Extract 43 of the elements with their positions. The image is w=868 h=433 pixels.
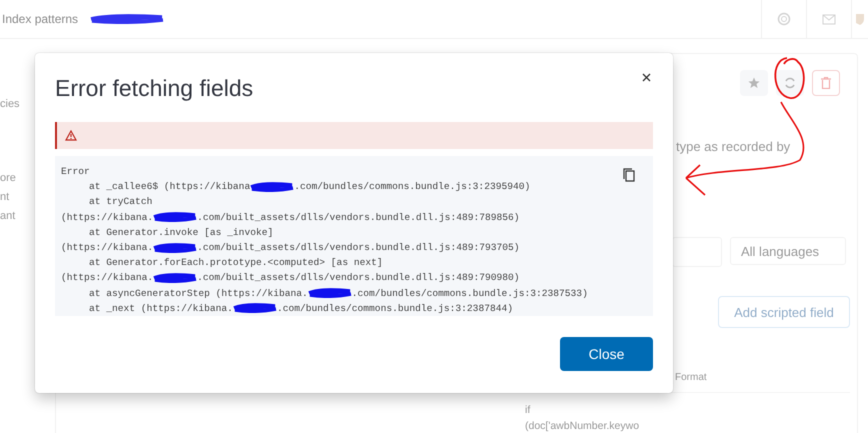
stack-trace-text: at Generator.forEach.prototype.<computed> [as next] xyxy=(89,256,383,270)
breadcrumb-link[interactable]: Index patterns xyxy=(2,12,78,26)
stack-trace-text: .com/bundles/commons.bundle.js:3:2395940) xyxy=(294,180,530,194)
column-header: Format xyxy=(675,372,707,383)
warning-icon xyxy=(65,130,77,141)
sidebar-item[interactable]: ant xyxy=(0,207,20,226)
stack-trace-text: (https://kibana. xyxy=(61,271,154,286)
redaction-scribble xyxy=(308,288,352,298)
stack-trace-text: .com/built_assets/dlls/vendors.bundle.dll.js:489:790980) xyxy=(197,271,520,286)
redaction-scribble xyxy=(153,242,198,253)
stack-trace-text: at Generator.invoke [as _invoke] xyxy=(89,226,274,240)
table-cell-text: if xyxy=(525,403,532,418)
stack-trace-text: at tryCatch xyxy=(89,195,152,210)
sidebar-item[interactable]: ore xyxy=(0,169,20,188)
copy-icon[interactable] xyxy=(623,168,635,182)
refresh-button[interactable] xyxy=(776,70,804,96)
redaction-scribble xyxy=(153,273,198,284)
stack-trace-text: (https://kibana. xyxy=(61,210,154,225)
trash-icon xyxy=(821,77,831,89)
redaction-scribble xyxy=(153,212,198,222)
stack-trace-text: .com/bundles/commons.bundle.js:3:2387844) xyxy=(276,302,513,316)
sidebar-item[interactable]: cies xyxy=(0,95,20,114)
star-icon xyxy=(748,77,760,89)
add-scripted-field-button[interactable]: Add scripted field xyxy=(718,296,850,328)
stack-trace-text: .com/bundles/commons.bundle.js:3:2387533) xyxy=(352,286,588,301)
stack-trace-text: .com/built_assets/dlls/vendors.bundle.dll.js:489:793705) xyxy=(197,241,520,256)
stack-trace-text: Error xyxy=(61,165,90,179)
table-cell-text: (doc['awbNumber.keywo xyxy=(525,419,640,433)
delete-button[interactable] xyxy=(812,70,840,96)
stack-trace-text: at _callee6$ (https://kibana xyxy=(89,180,250,194)
language-select[interactable]: All languages xyxy=(730,237,846,265)
stack-trace-text: (https://kibana. xyxy=(61,241,154,256)
stack-trace-text: .com/built_assets/dlls/vendors.bundle.dll.js:489:789856) xyxy=(197,210,520,225)
redaction-scribble xyxy=(250,182,294,192)
sidebar-item[interactable]: nt xyxy=(0,188,20,207)
stack-trace-text: at asyncGeneratorStep (https://kibana. xyxy=(89,286,308,301)
description-text: type as recorded by xyxy=(676,139,790,154)
redaction-scribble xyxy=(232,303,277,314)
stack-trace-text: at _next (https://kibana. xyxy=(89,302,233,316)
close-button[interactable]: Close xyxy=(560,337,653,371)
star-button[interactable] xyxy=(740,70,768,96)
refresh-icon xyxy=(784,77,796,89)
dialog-title: Error fetching fields xyxy=(55,75,254,102)
